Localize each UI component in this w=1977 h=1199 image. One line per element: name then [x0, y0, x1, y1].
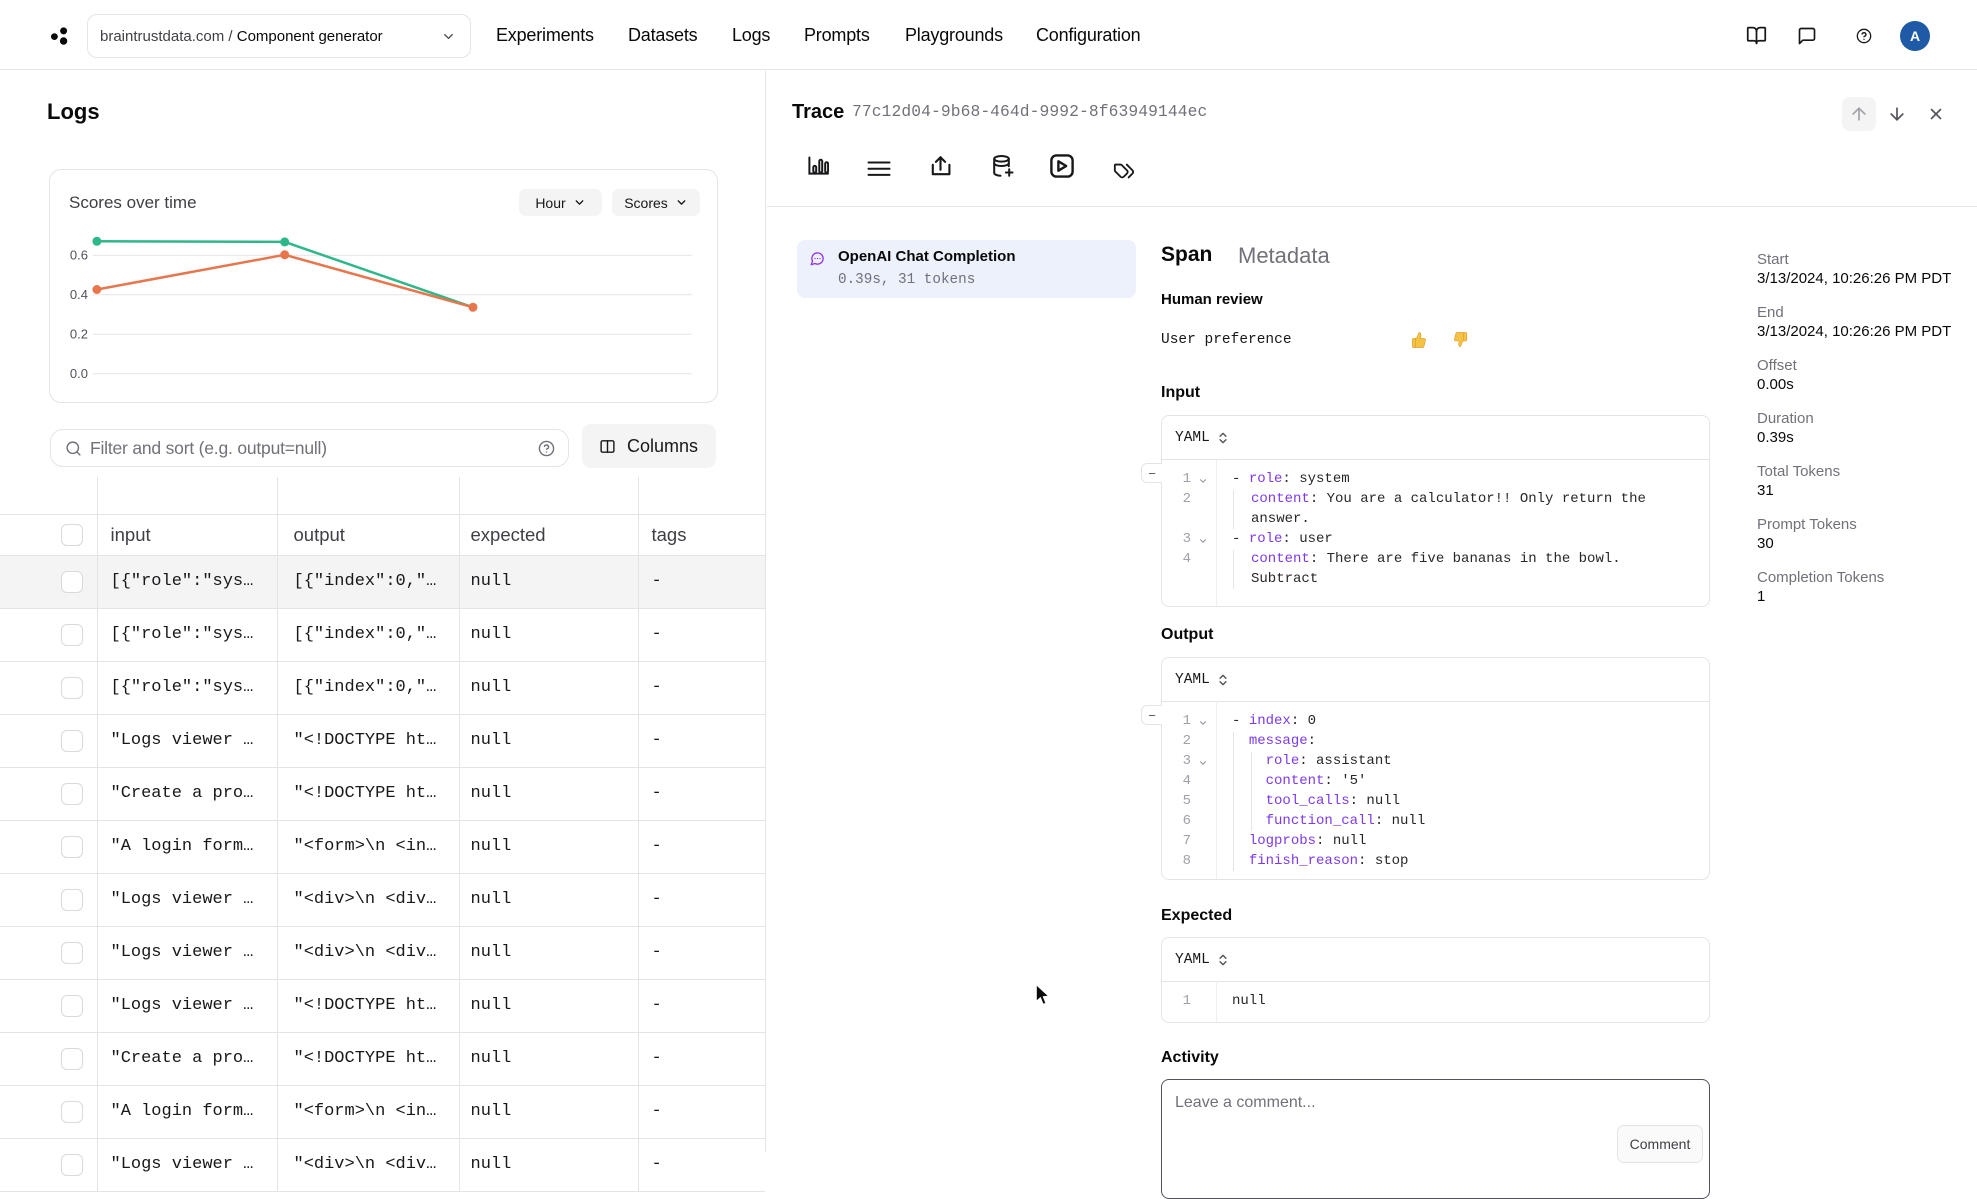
svg-text:0.0: 0.0	[70, 366, 88, 381]
svg-text:0.4: 0.4	[70, 287, 88, 302]
svg-text:0.6: 0.6	[70, 248, 88, 263]
svg-text:0.2: 0.2	[70, 327, 88, 342]
